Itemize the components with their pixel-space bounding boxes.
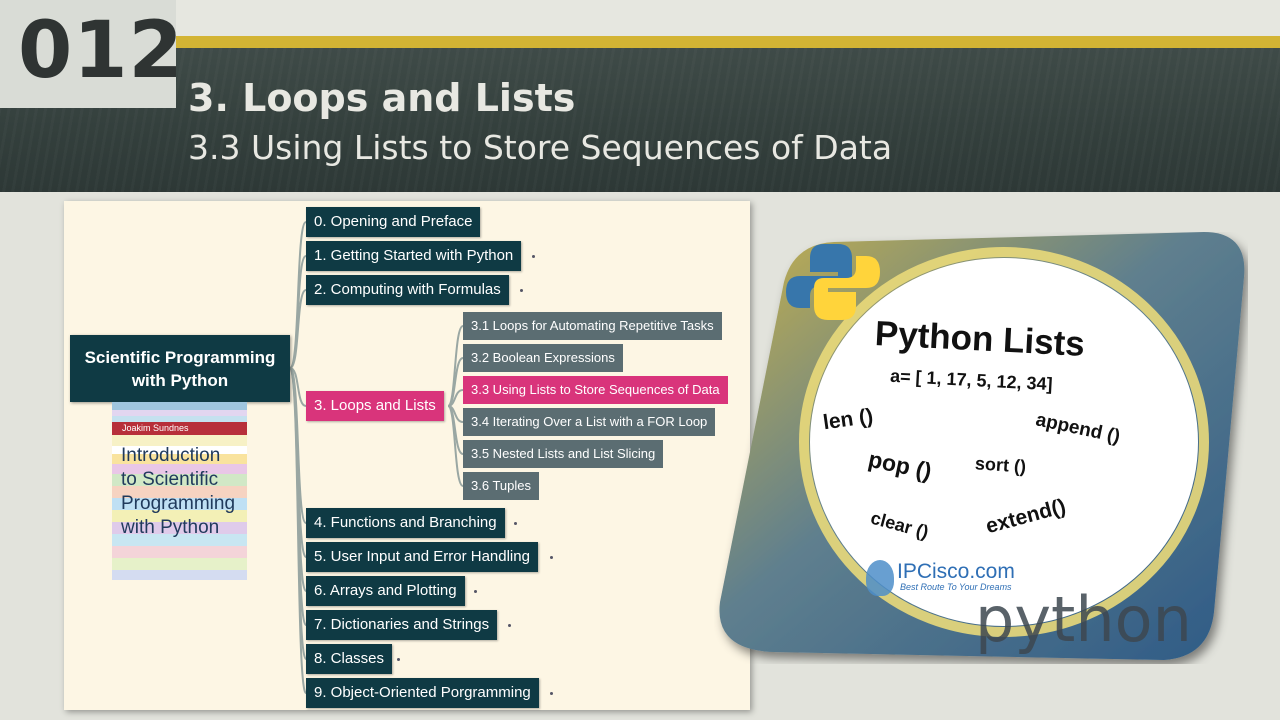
chapter-node: 4. Functions and Branching bbox=[306, 508, 505, 538]
book-title-line: Introduction bbox=[121, 445, 221, 466]
book-cover: Joakim Sundnes Introduction to Scientifi… bbox=[112, 402, 247, 580]
root-line-1: Scientific Programming bbox=[84, 347, 276, 367]
section-node-active: 3.3 Using Lists to Store Sequences of Da… bbox=[463, 376, 728, 404]
chapter-node: 0. Opening and Preface bbox=[306, 207, 481, 237]
collapse-dot-icon bbox=[550, 556, 553, 559]
book-title: Introduction to Scientific Programming w… bbox=[121, 444, 235, 540]
collapse-dot-icon bbox=[397, 658, 400, 661]
collapse-dot-icon bbox=[474, 590, 477, 593]
chapter-node: 6. Arrays and Plotting bbox=[306, 576, 465, 606]
mindmap-root: Scientific Programming with Python bbox=[70, 335, 290, 402]
chapter-node: 5. User Input and Error Handling bbox=[306, 542, 538, 572]
chapter-node: 9. Object-Oriented Porgramming bbox=[306, 678, 539, 708]
collapse-dot-icon bbox=[520, 289, 523, 292]
chapter-node: 2. Computing with Formulas bbox=[306, 275, 509, 305]
collapse-dot-icon bbox=[532, 255, 535, 258]
book-author: Joakim Sundnes bbox=[122, 423, 189, 433]
chapter-node: 8. Classes bbox=[306, 644, 393, 674]
chapter-node: 7. Dictionaries and Strings bbox=[306, 610, 498, 640]
section-node: 3.1 Loops for Automating Repetitive Task… bbox=[463, 312, 722, 340]
python-wordmark: python bbox=[975, 583, 1192, 656]
section-node: 3.5 Nested Lists and List Slicing bbox=[463, 440, 664, 468]
watermark: IPCisco.com bbox=[897, 560, 1015, 583]
method-sort: sort () bbox=[974, 453, 1027, 477]
chapter-node: 1. Getting Started with Python bbox=[306, 241, 522, 271]
collapse-dot-icon bbox=[508, 624, 511, 627]
book-title-line: to Scientific bbox=[121, 469, 219, 490]
section-node: 3.4 Iterating Over a List with a FOR Loo… bbox=[463, 408, 716, 436]
section-node: 3.6 Tuples bbox=[463, 472, 539, 500]
chapter-node-active: 3. Loops and Lists bbox=[306, 391, 444, 421]
section-node: 3.2 Boolean Expressions bbox=[463, 344, 623, 372]
book-title-line: with Python bbox=[121, 517, 220, 538]
root-line-2: with Python bbox=[131, 370, 229, 390]
book-title-line: Programming bbox=[121, 493, 236, 514]
collapse-dot-icon bbox=[514, 522, 517, 525]
collapse-dot-icon bbox=[550, 692, 553, 695]
ipcisco-logo-icon bbox=[866, 560, 894, 596]
